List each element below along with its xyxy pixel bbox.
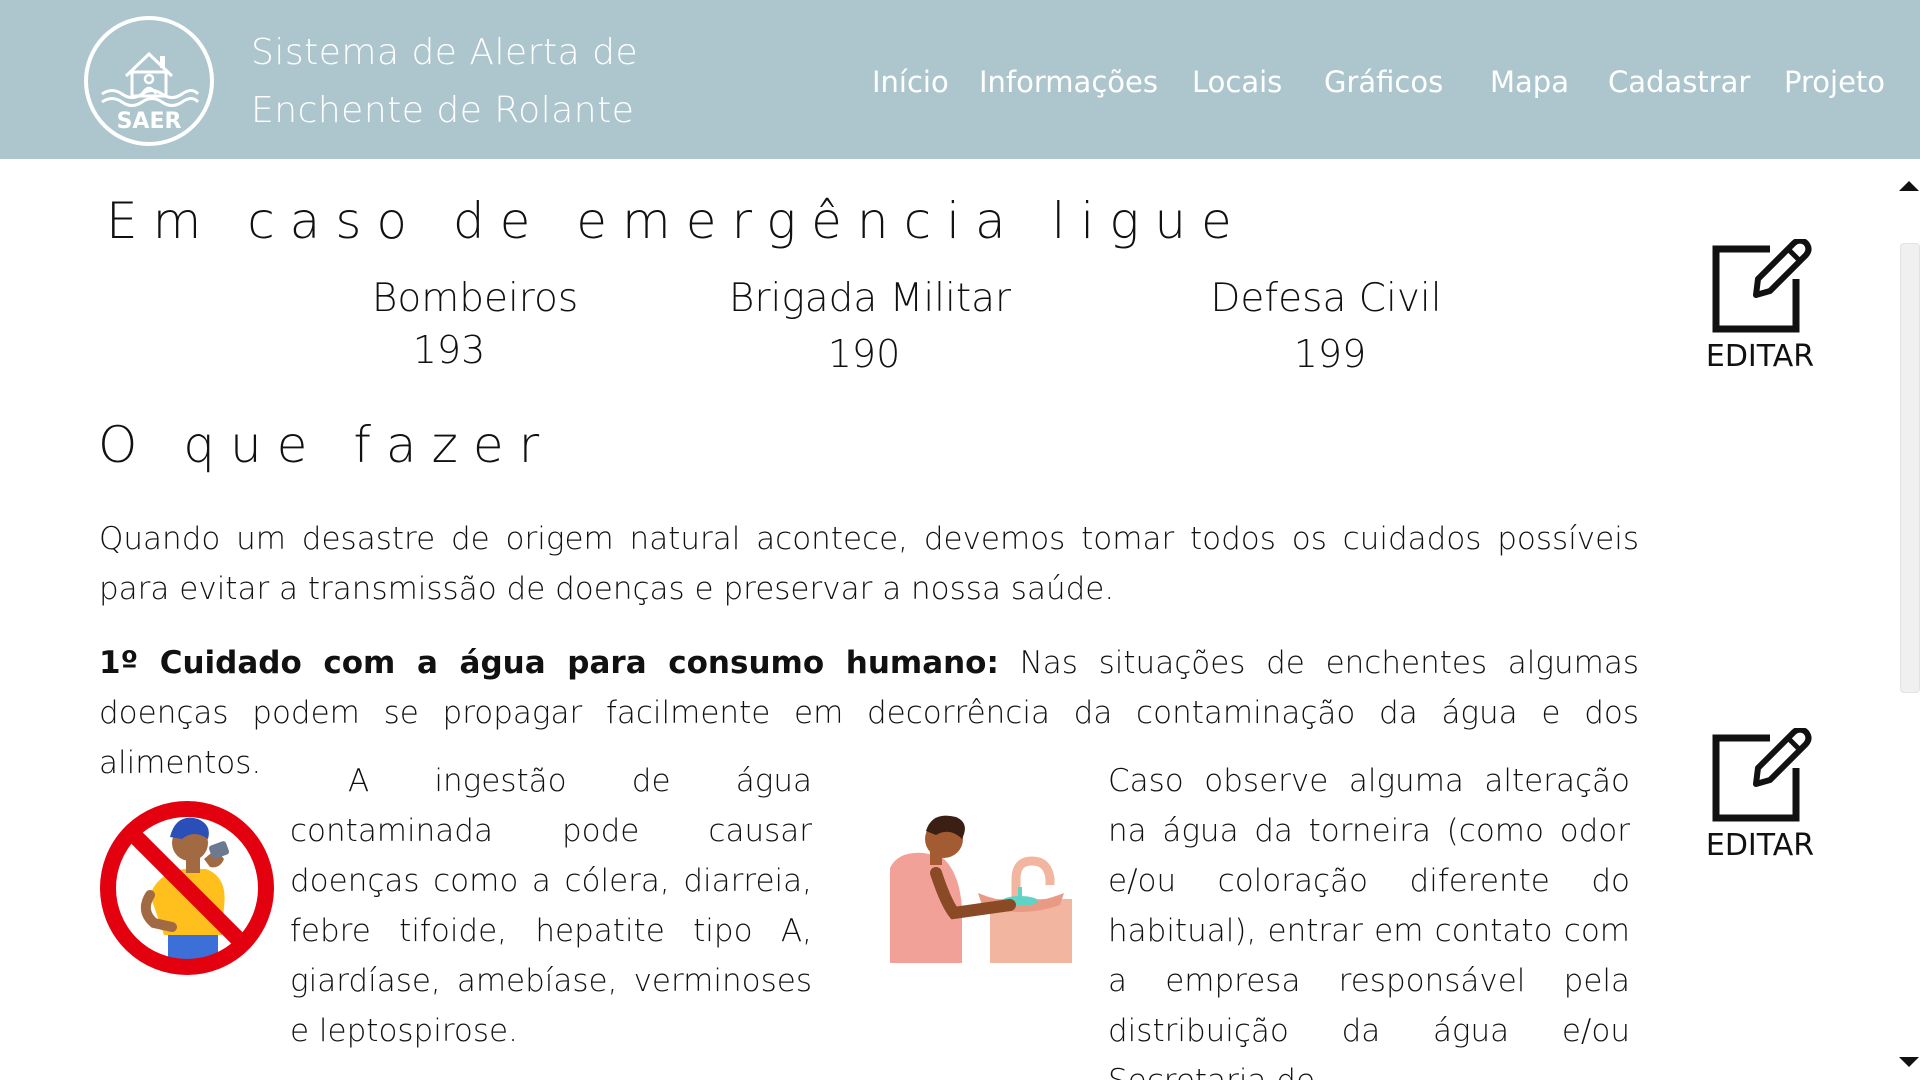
contact-brigada-militar: Brigada Militar 190 <box>690 273 1050 379</box>
contact-defesa-civil: Defesa Civil 199 <box>1146 273 1506 379</box>
emergency-heading: Em caso de emergência ligue <box>106 192 1247 250</box>
what-to-do-heading: O que fazer <box>98 416 555 474</box>
intro-paragraph: Quando um desastre de origem natural aco… <box>99 521 1639 607</box>
vertical-scrollbar[interactable] <box>1898 159 1920 1080</box>
logo-text: SAER <box>117 109 182 134</box>
edit-button[interactable]: EDITAR <box>1700 728 1820 864</box>
edit-icon <box>1712 728 1812 822</box>
site-header: SAER Sistema de Alerta de Enchente de Ro… <box>0 0 1920 159</box>
left-column-text: A ingestão de água contaminada pode caus… <box>290 763 812 1049</box>
nav-informacoes[interactable]: Informações <box>979 60 1158 104</box>
nav-projeto[interactable]: Projeto <box>1784 60 1885 104</box>
nav-locais[interactable]: Locais <box>1192 60 1282 104</box>
contact-name: Brigada Militar <box>728 276 1012 321</box>
nav-inicio[interactable]: Início <box>872 60 949 104</box>
scroll-down-arrow-icon[interactable] <box>1898 1051 1920 1073</box>
nav-mapa[interactable]: Mapa <box>1490 60 1569 104</box>
care1-title: 1º Cuidado com a água para consumo human… <box>99 645 999 681</box>
main-content: Em caso de emergência ligue Bombeiros 19… <box>0 159 1898 1080</box>
edit-icon <box>1712 239 1812 333</box>
contact-number[interactable]: 199 <box>1154 329 1506 379</box>
contact-number[interactable]: 190 <box>678 329 1050 379</box>
nav-cadastrar[interactable]: Cadastrar <box>1608 60 1750 104</box>
edit-button[interactable]: EDITAR <box>1700 239 1820 375</box>
main-nav: Início Informações Locais Gráficos Mapa … <box>0 60 1920 104</box>
contact-name: Bombeiros <box>371 276 579 321</box>
handwashing-faucet-icon <box>890 815 1072 963</box>
no-contaminated-water-icon <box>100 801 274 975</box>
edit-label: EDITAR <box>1705 828 1815 863</box>
edit-label: EDITAR <box>1705 339 1815 374</box>
scroll-thumb[interactable] <box>1900 243 1920 693</box>
contact-name: Defesa Civil <box>1210 276 1442 321</box>
contact-number[interactable]: 193 <box>243 325 655 375</box>
right-column-text: Caso observe alguma alteração na água da… <box>1108 763 1630 1080</box>
nav-graficos[interactable]: Gráficos <box>1324 60 1443 104</box>
scroll-up-arrow-icon[interactable] <box>1898 175 1920 197</box>
contact-bombeiros: Bombeiros 193 <box>295 273 655 375</box>
